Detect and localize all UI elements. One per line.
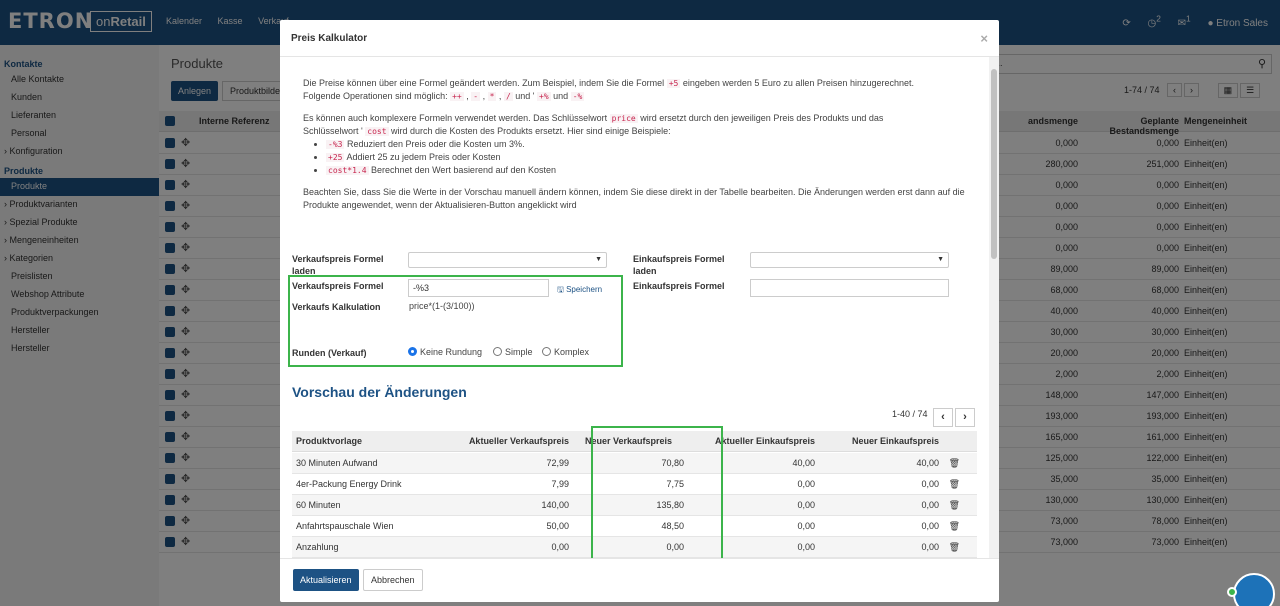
list-item: -%3 Reduziert den Preis oder die Kosten …	[326, 138, 983, 151]
label-ek-formel: Einkaufspreis Formel	[633, 281, 725, 291]
cell-aktueller-vk[interactable]: 7,99	[551, 479, 569, 489]
cancel-button[interactable]: Abbrechen	[363, 569, 423, 591]
trash-icon[interactable]: 🗑	[949, 458, 960, 469]
col-neuer-einkaufspreis[interactable]: Neuer Einkaufspreis	[852, 436, 939, 446]
preview-pager: 1-40 / 74	[892, 409, 928, 419]
update-button[interactable]: Aktualisieren	[293, 569, 359, 591]
cell-aktueller-ek[interactable]: 40,00	[792, 458, 815, 468]
online-status-icon	[1227, 587, 1237, 597]
ek-formel-input[interactable]	[750, 279, 949, 297]
instructions-p3: Beachten Sie, dass Sie die Werte in der …	[303, 187, 965, 210]
price-calculator-dialog: Preis Kalkulator × Die Preise können übe…	[280, 20, 999, 602]
cell-aktueller-vk[interactable]: 140,00	[541, 500, 569, 510]
dialog-scrollbar[interactable]	[989, 57, 999, 558]
list-item: cost*1.4 Berechnet den Wert basierend au…	[326, 164, 983, 177]
scrollbar-thumb[interactable]	[991, 69, 997, 259]
vk-formel-select[interactable]: ▼	[408, 252, 607, 268]
cell-neuer-ek[interactable]: 0,00	[921, 521, 939, 531]
cell-aktueller-vk[interactable]: 50,00	[546, 521, 569, 531]
prev-page-icon[interactable]: ‹	[933, 408, 953, 427]
col-produktvorlage[interactable]: Produktvorlage	[296, 436, 362, 446]
dialog-body: Die Preise können über eine Formel geänd…	[280, 57, 999, 558]
instructions-p1: Die Preise können über eine Formel geänd…	[303, 78, 914, 101]
label-vk-formel-laden: Verkaufspreis Formel laden	[292, 254, 384, 276]
dialog-footer: Aktualisieren Abbrechen	[280, 558, 999, 602]
label-ek-formel-laden: Einkaufspreis Formel laden	[633, 254, 725, 276]
highlight-box-formula	[288, 275, 623, 367]
caret-down-icon: ▼	[595, 256, 602, 263]
cell-neuer-ek[interactable]: 0,00	[921, 542, 939, 552]
cell-produktvorlage: Anfahrtspauschale Wien	[296, 521, 394, 531]
instructions-p2: Es können auch komplexere Formeln verwen…	[303, 113, 884, 136]
preview-title: Vorschau der Änderungen	[292, 384, 467, 400]
dialog-header: Preis Kalkulator ×	[280, 20, 999, 57]
cell-aktueller-vk[interactable]: 0,00	[551, 542, 569, 552]
trash-icon[interactable]: 🗑	[949, 521, 960, 532]
close-icon[interactable]: ×	[980, 31, 988, 46]
cell-produktvorlage: 4er-Packung Energy Drink	[296, 479, 402, 489]
instructions: Die Preise können über eine Formel geänd…	[303, 77, 983, 216]
highlight-box-new-price	[591, 426, 723, 558]
examples-list: -%3 Reduziert den Preis oder die Kosten …	[326, 138, 983, 177]
cell-produktvorlage: 30 Minuten Aufwand	[296, 458, 378, 468]
cell-aktueller-ek[interactable]: 0,00	[797, 542, 815, 552]
ek-formel-select[interactable]: ▼	[750, 252, 949, 268]
cell-neuer-ek[interactable]: 40,00	[916, 458, 939, 468]
col-aktueller-einkaufspreis[interactable]: Aktueller Einkaufspreis	[715, 436, 815, 446]
cell-produktvorlage: 60 Minuten	[296, 500, 341, 510]
col-aktueller-verkaufspreis[interactable]: Aktueller Verkaufspreis	[469, 436, 569, 446]
list-item: +25 Addiert 25 zu jedem Preis oder Koste…	[326, 151, 983, 164]
cell-aktueller-ek[interactable]: 0,00	[797, 500, 815, 510]
cell-neuer-ek[interactable]: 0,00	[921, 500, 939, 510]
trash-icon[interactable]: 🗑	[949, 479, 960, 490]
trash-icon[interactable]: 🗑	[949, 542, 960, 553]
cell-aktueller-ek[interactable]: 0,00	[797, 521, 815, 531]
dialog-title: Preis Kalkulator	[291, 33, 368, 44]
cell-neuer-ek[interactable]: 0,00	[921, 479, 939, 489]
cell-aktueller-vk[interactable]: 72,99	[546, 458, 569, 468]
next-page-icon[interactable]: ›	[955, 408, 975, 427]
cell-produktvorlage: Anzahlung	[296, 542, 339, 552]
cell-aktueller-ek[interactable]: 0,00	[797, 479, 815, 489]
trash-icon[interactable]: 🗑	[949, 500, 960, 511]
caret-down-icon: ▼	[937, 256, 944, 263]
